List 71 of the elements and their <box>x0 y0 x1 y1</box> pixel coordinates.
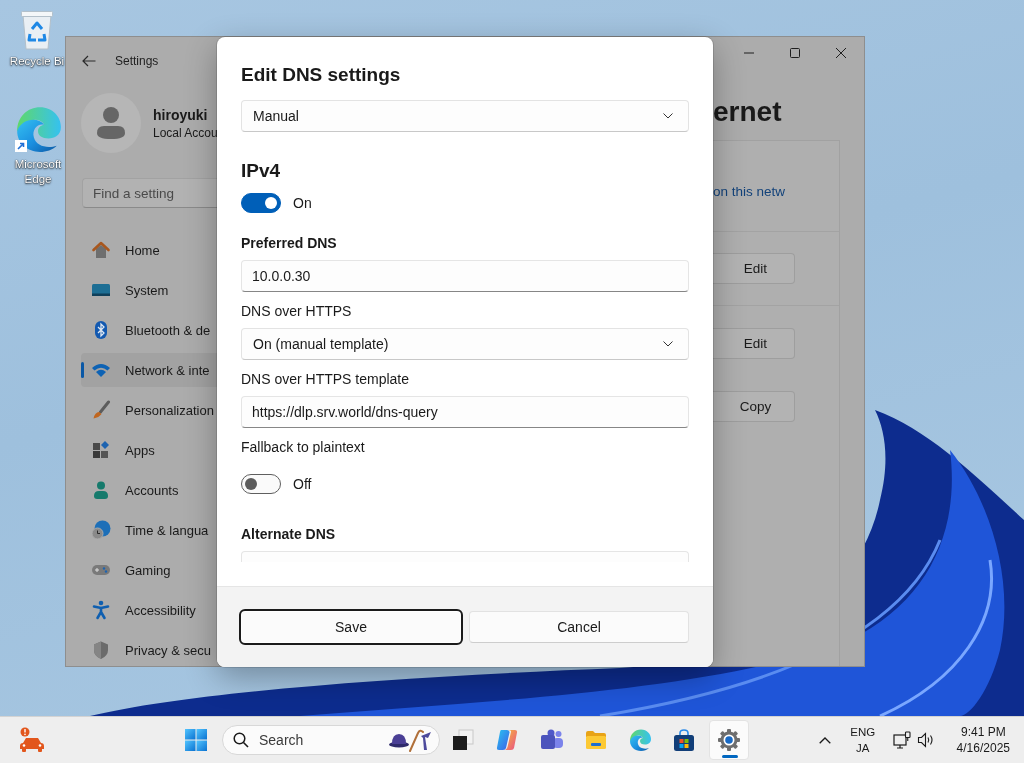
dropdown[interactable]: On (manual template) <box>241 328 689 360</box>
search-icon <box>233 732 249 748</box>
nav-item[interactable]: Home <box>81 233 217 267</box>
nav-item[interactable]: Accounts <box>81 473 217 507</box>
selection-indicator <box>81 362 84 378</box>
account-type: Local Accou <box>153 124 218 141</box>
clock[interactable]: 9:41 PM 4/16/2025 <box>956 724 1010 756</box>
toggle-switch[interactable] <box>241 474 281 494</box>
field-label: DNS over HTTPS template <box>241 370 411 389</box>
maximize-icon <box>790 48 800 58</box>
car-alert-icon[interactable] <box>19 727 45 753</box>
field-label: Fallback to plaintext <box>241 438 366 457</box>
dialog-title: Edit DNS settings <box>241 63 402 87</box>
gear-icon <box>716 728 741 752</box>
wired-network-icon[interactable] <box>892 731 911 749</box>
input-language-indicator[interactable]: ENG JA <box>844 724 881 756</box>
avatar-silhouette-icon <box>81 93 141 153</box>
chevron-down-icon <box>663 341 673 347</box>
back-arrow-icon[interactable] <box>82 54 96 67</box>
nav-item[interactable]: Gaming <box>81 553 217 587</box>
nav-item[interactable]: Network & inte <box>81 353 217 387</box>
nav-item[interactable]: Time & langua <box>81 513 217 547</box>
taskbar-search-field[interactable]: Search <box>222 725 440 755</box>
overlapping-squares-icon <box>451 728 475 752</box>
dialog-button[interactable]: Cancel <box>469 611 689 643</box>
action-button[interactable]: Edit <box>713 328 795 359</box>
paintbrush-icon <box>91 400 111 420</box>
nav-item[interactable]: Bluetooth & de <box>81 313 217 347</box>
colorful-swirl-icon <box>495 728 520 752</box>
accessibility-icon <box>91 600 111 620</box>
field-label: DNS over HTTPS <box>241 302 353 321</box>
nav-item[interactable]: Accessibility <box>81 593 217 627</box>
dialog-button[interactable]: Save <box>239 609 463 645</box>
hat-cane-bowtie-icon <box>388 728 432 752</box>
page-title: ernet <box>713 95 783 129</box>
shortcut-arrow-icon <box>15 140 27 152</box>
shopping-bag-icon <box>672 728 697 752</box>
folder-icon <box>583 728 608 752</box>
toggle-switch[interactable] <box>241 193 281 213</box>
person-icon <box>91 480 111 500</box>
people-tile-icon <box>539 728 564 752</box>
four-squares-icon <box>185 729 207 751</box>
close-icon <box>836 48 846 58</box>
active-indicator <box>721 755 738 758</box>
recycle-bin-icon[interactable] <box>19 10 55 50</box>
globe-clock-icon <box>91 520 111 540</box>
nav-item[interactable]: System <box>81 273 217 307</box>
action-button[interactable]: Edit <box>713 253 795 284</box>
toggle-state-label: Off <box>293 476 312 492</box>
chevron-down-icon <box>663 113 673 119</box>
user-name: hiroyuki <box>153 105 209 125</box>
toggle-state-label: On <box>293 195 312 211</box>
swirl-circle-icon <box>628 728 653 752</box>
dropdown[interactable]: Manual <box>241 100 689 132</box>
house-icon <box>91 240 111 260</box>
chevron-up-icon <box>818 736 831 744</box>
app-tiles-icon <box>91 440 111 460</box>
shield-icon <box>91 640 111 660</box>
settings-search-field[interactable]: Find a setting <box>82 178 217 208</box>
window-title: Settings <box>115 53 159 68</box>
text-field[interactable]: https://dlp.srv.world/dns-query <box>241 396 689 428</box>
field-label: Alternate DNS <box>241 525 337 544</box>
text-field[interactable]: 10.0.0.30 <box>241 260 689 292</box>
nav-item[interactable]: Apps <box>81 433 217 467</box>
speaker-icon[interactable] <box>916 731 935 749</box>
action-button[interactable]: Copy <box>713 391 795 422</box>
nav-item[interactable]: Personalization <box>81 393 217 427</box>
field-label: Preferred DNS <box>241 234 338 253</box>
link[interactable]: on this netw <box>713 182 786 202</box>
nav-item[interactable]: Privacy & secu <box>81 633 217 666</box>
section-heading: IPv4 <box>241 159 282 183</box>
